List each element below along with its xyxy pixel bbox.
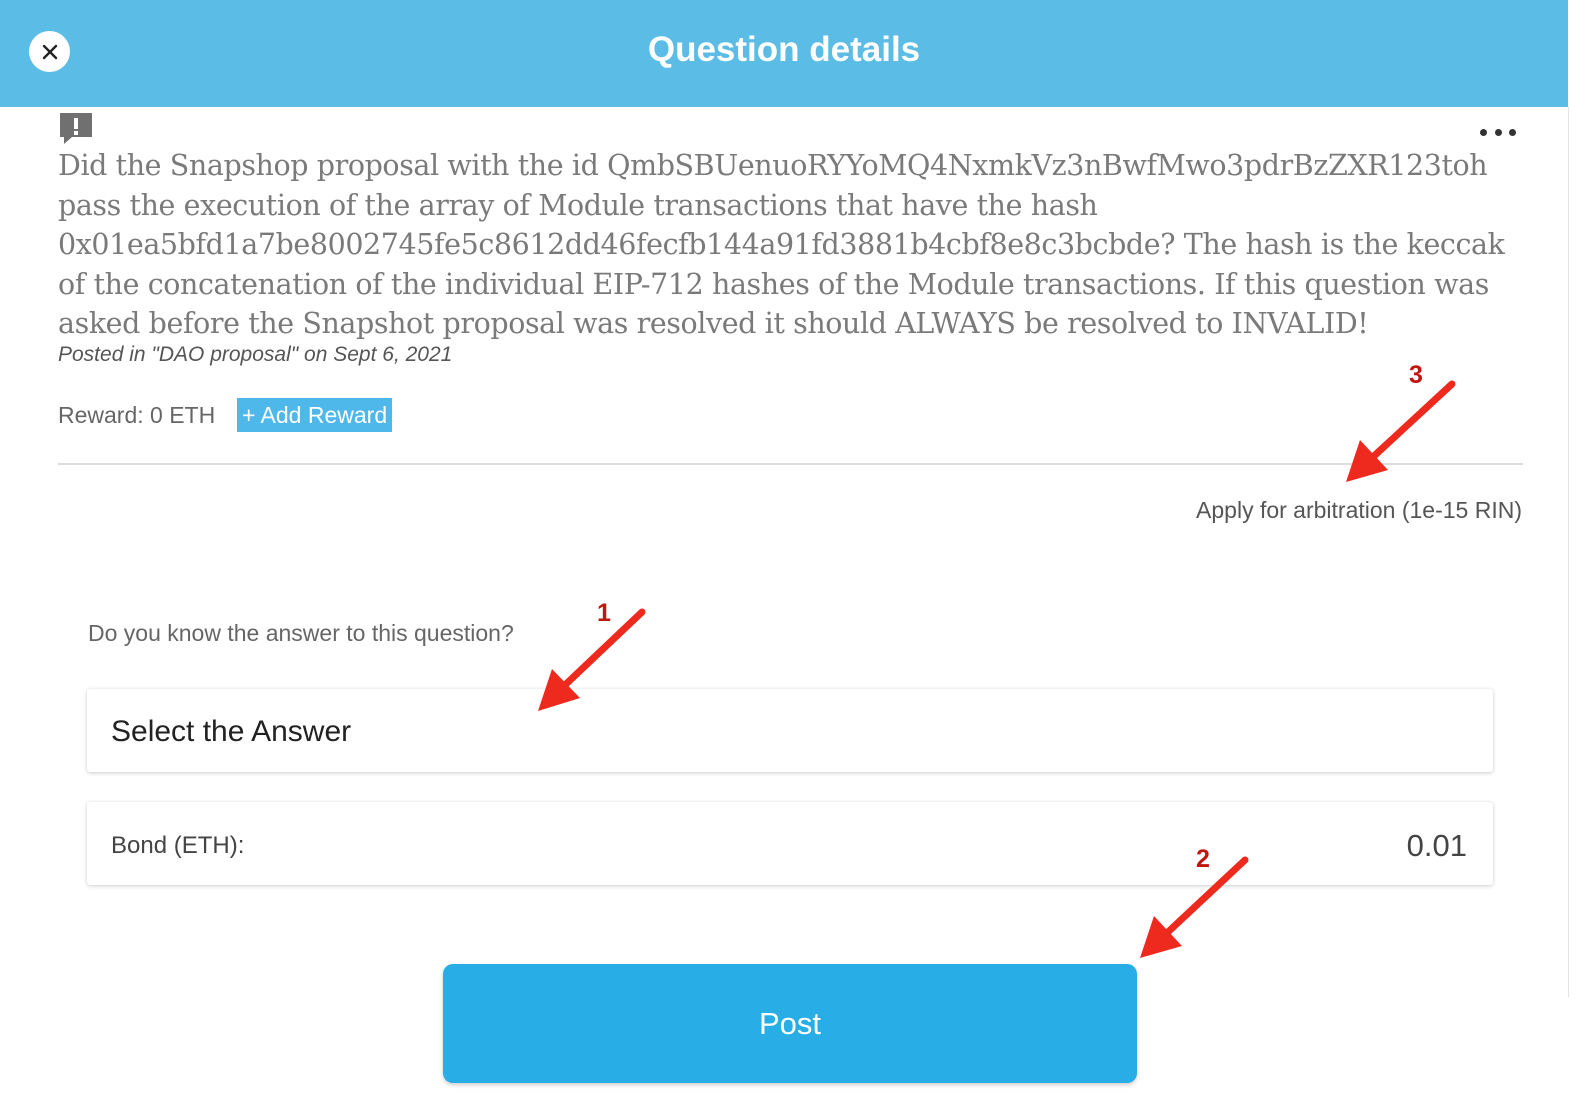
annotation-number-1: 1	[597, 599, 611, 627]
bond-input[interactable]	[1267, 828, 1467, 864]
bond-label: Bond (ETH):	[111, 832, 245, 859]
add-reward-button[interactable]: + Add Reward	[237, 398, 393, 432]
answer-select-label: Select the Answer	[111, 715, 352, 748]
more-horizontal-icon[interactable]	[1476, 122, 1520, 142]
bond-field: Bond (ETH):	[87, 802, 1493, 885]
post-button[interactable]: Post	[443, 964, 1137, 1083]
annotation-arrow-3	[1346, 380, 1456, 482]
annotation-number-3: 3	[1409, 361, 1423, 389]
divider	[58, 463, 1523, 465]
answer-select[interactable]: Select the Answer	[87, 689, 1493, 772]
answer-prompt: Do you know the answer to this question?	[88, 620, 514, 646]
panel-edge	[1568, 107, 1569, 997]
posted-info: Posted in "DAO proposal" on Sept 6, 2021	[58, 343, 453, 366]
report-flag-icon[interactable]	[58, 111, 94, 147]
apply-arbitration-link[interactable]: Apply for arbitration (1e-15 RIN)	[1196, 497, 1522, 524]
header-bar: Question details	[0, 0, 1568, 107]
reward-label: Reward: 0 ETH	[58, 402, 216, 428]
page-title: Question details	[647, 30, 921, 69]
question-text: Did the Snapshop proposal with the id Qm…	[58, 149, 1505, 341]
annotation-number-2: 2	[1196, 845, 1210, 873]
